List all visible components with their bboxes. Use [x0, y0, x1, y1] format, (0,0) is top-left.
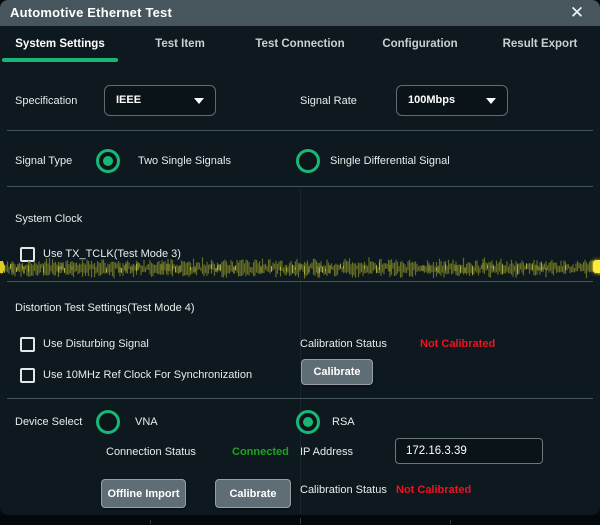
vna-label: VNA	[135, 416, 158, 428]
divider	[7, 186, 593, 187]
radio-rsa[interactable]	[296, 410, 320, 434]
specification-label: Specification	[15, 95, 77, 107]
tab-configuration[interactable]: Configuration	[360, 26, 480, 62]
device-calibration-status-value: Not Calibrated	[396, 484, 471, 496]
device-calibration-status-label: Calibration Status	[300, 484, 387, 496]
use-disturbing-signal-label: Use Disturbing Signal	[43, 338, 149, 350]
radio-vna[interactable]	[96, 410, 120, 434]
signal-rate-dropdown[interactable]: 100Mbps	[396, 85, 508, 116]
oscilloscope-screen: Automotive Ethernet Test ✕ System Settin…	[0, 0, 600, 525]
graticule-tick	[450, 520, 451, 524]
connection-status-value: Connected	[232, 446, 289, 458]
distortion-calibration-status-label: Calibration Status	[300, 338, 387, 350]
chevron-down-icon	[486, 98, 496, 104]
offline-import-button[interactable]: Offline Import	[101, 479, 186, 508]
tab-test-item[interactable]: Test Item	[120, 26, 240, 62]
tab-result-export[interactable]: Result Export	[480, 26, 600, 62]
graticule-tick	[300, 518, 301, 524]
distortion-calibration-status-value: Not Calibrated	[420, 338, 495, 350]
radio-two-single-signals[interactable]	[96, 149, 120, 173]
dialog-titlebar: Automotive Ethernet Test ✕	[0, 0, 600, 26]
scope-screen-strip	[0, 515, 600, 525]
specification-value: IEEE	[116, 86, 141, 114]
distortion-calibrate-button[interactable]: Calibrate	[301, 359, 373, 385]
rsa-label: RSA	[332, 416, 355, 428]
signal-rate-label: Signal Rate	[300, 95, 357, 107]
system-clock-title: System Clock	[15, 213, 82, 225]
dialog-title: Automotive Ethernet Test	[10, 0, 172, 26]
ip-address-label: IP Address	[300, 446, 353, 458]
tab-system-settings[interactable]: System Settings	[0, 26, 120, 62]
use-10mhz-ref-clock-label: Use 10MHz Ref Clock For Synchronization	[43, 369, 252, 381]
graticule-center-line	[300, 188, 301, 513]
use-tx-tclk-checkbox[interactable]	[20, 247, 35, 262]
use-disturbing-signal-checkbox[interactable]	[20, 337, 35, 352]
tab-test-connection[interactable]: Test Connection	[240, 26, 360, 62]
channel-ground-marker-icon	[0, 261, 5, 273]
use-tx-tclk-label: Use TX_TCLK(Test Mode 3)	[43, 248, 181, 260]
divider	[7, 130, 593, 131]
single-differential-signal-label: Single Differential Signal	[330, 155, 450, 167]
device-select-label: Device Select	[15, 416, 82, 428]
device-calibrate-button[interactable]: Calibrate	[215, 479, 291, 508]
specification-dropdown[interactable]: IEEE	[104, 85, 216, 116]
automotive-ethernet-test-dialog: Automotive Ethernet Test ✕ System Settin…	[0, 0, 600, 515]
connection-status-label: Connection Status	[106, 446, 196, 458]
use-10mhz-ref-clock-checkbox[interactable]	[20, 368, 35, 383]
divider	[7, 281, 593, 282]
graticule-tick	[150, 520, 151, 524]
chevron-down-icon	[194, 98, 204, 104]
ip-address-input[interactable]	[395, 438, 543, 464]
two-single-signals-label: Two Single Signals	[138, 155, 231, 167]
tab-bar: System Settings Test Item Test Connectio…	[0, 26, 600, 62]
signal-type-label: Signal Type	[15, 155, 72, 167]
signal-rate-value: 100Mbps	[408, 86, 455, 114]
distortion-settings-title: Distortion Test Settings(Test Mode 4)	[15, 302, 195, 314]
radio-single-differential-signal[interactable]	[296, 149, 320, 173]
close-icon[interactable]: ✕	[564, 0, 590, 26]
trigger-level-marker-icon	[593, 260, 600, 273]
divider	[7, 398, 593, 399]
